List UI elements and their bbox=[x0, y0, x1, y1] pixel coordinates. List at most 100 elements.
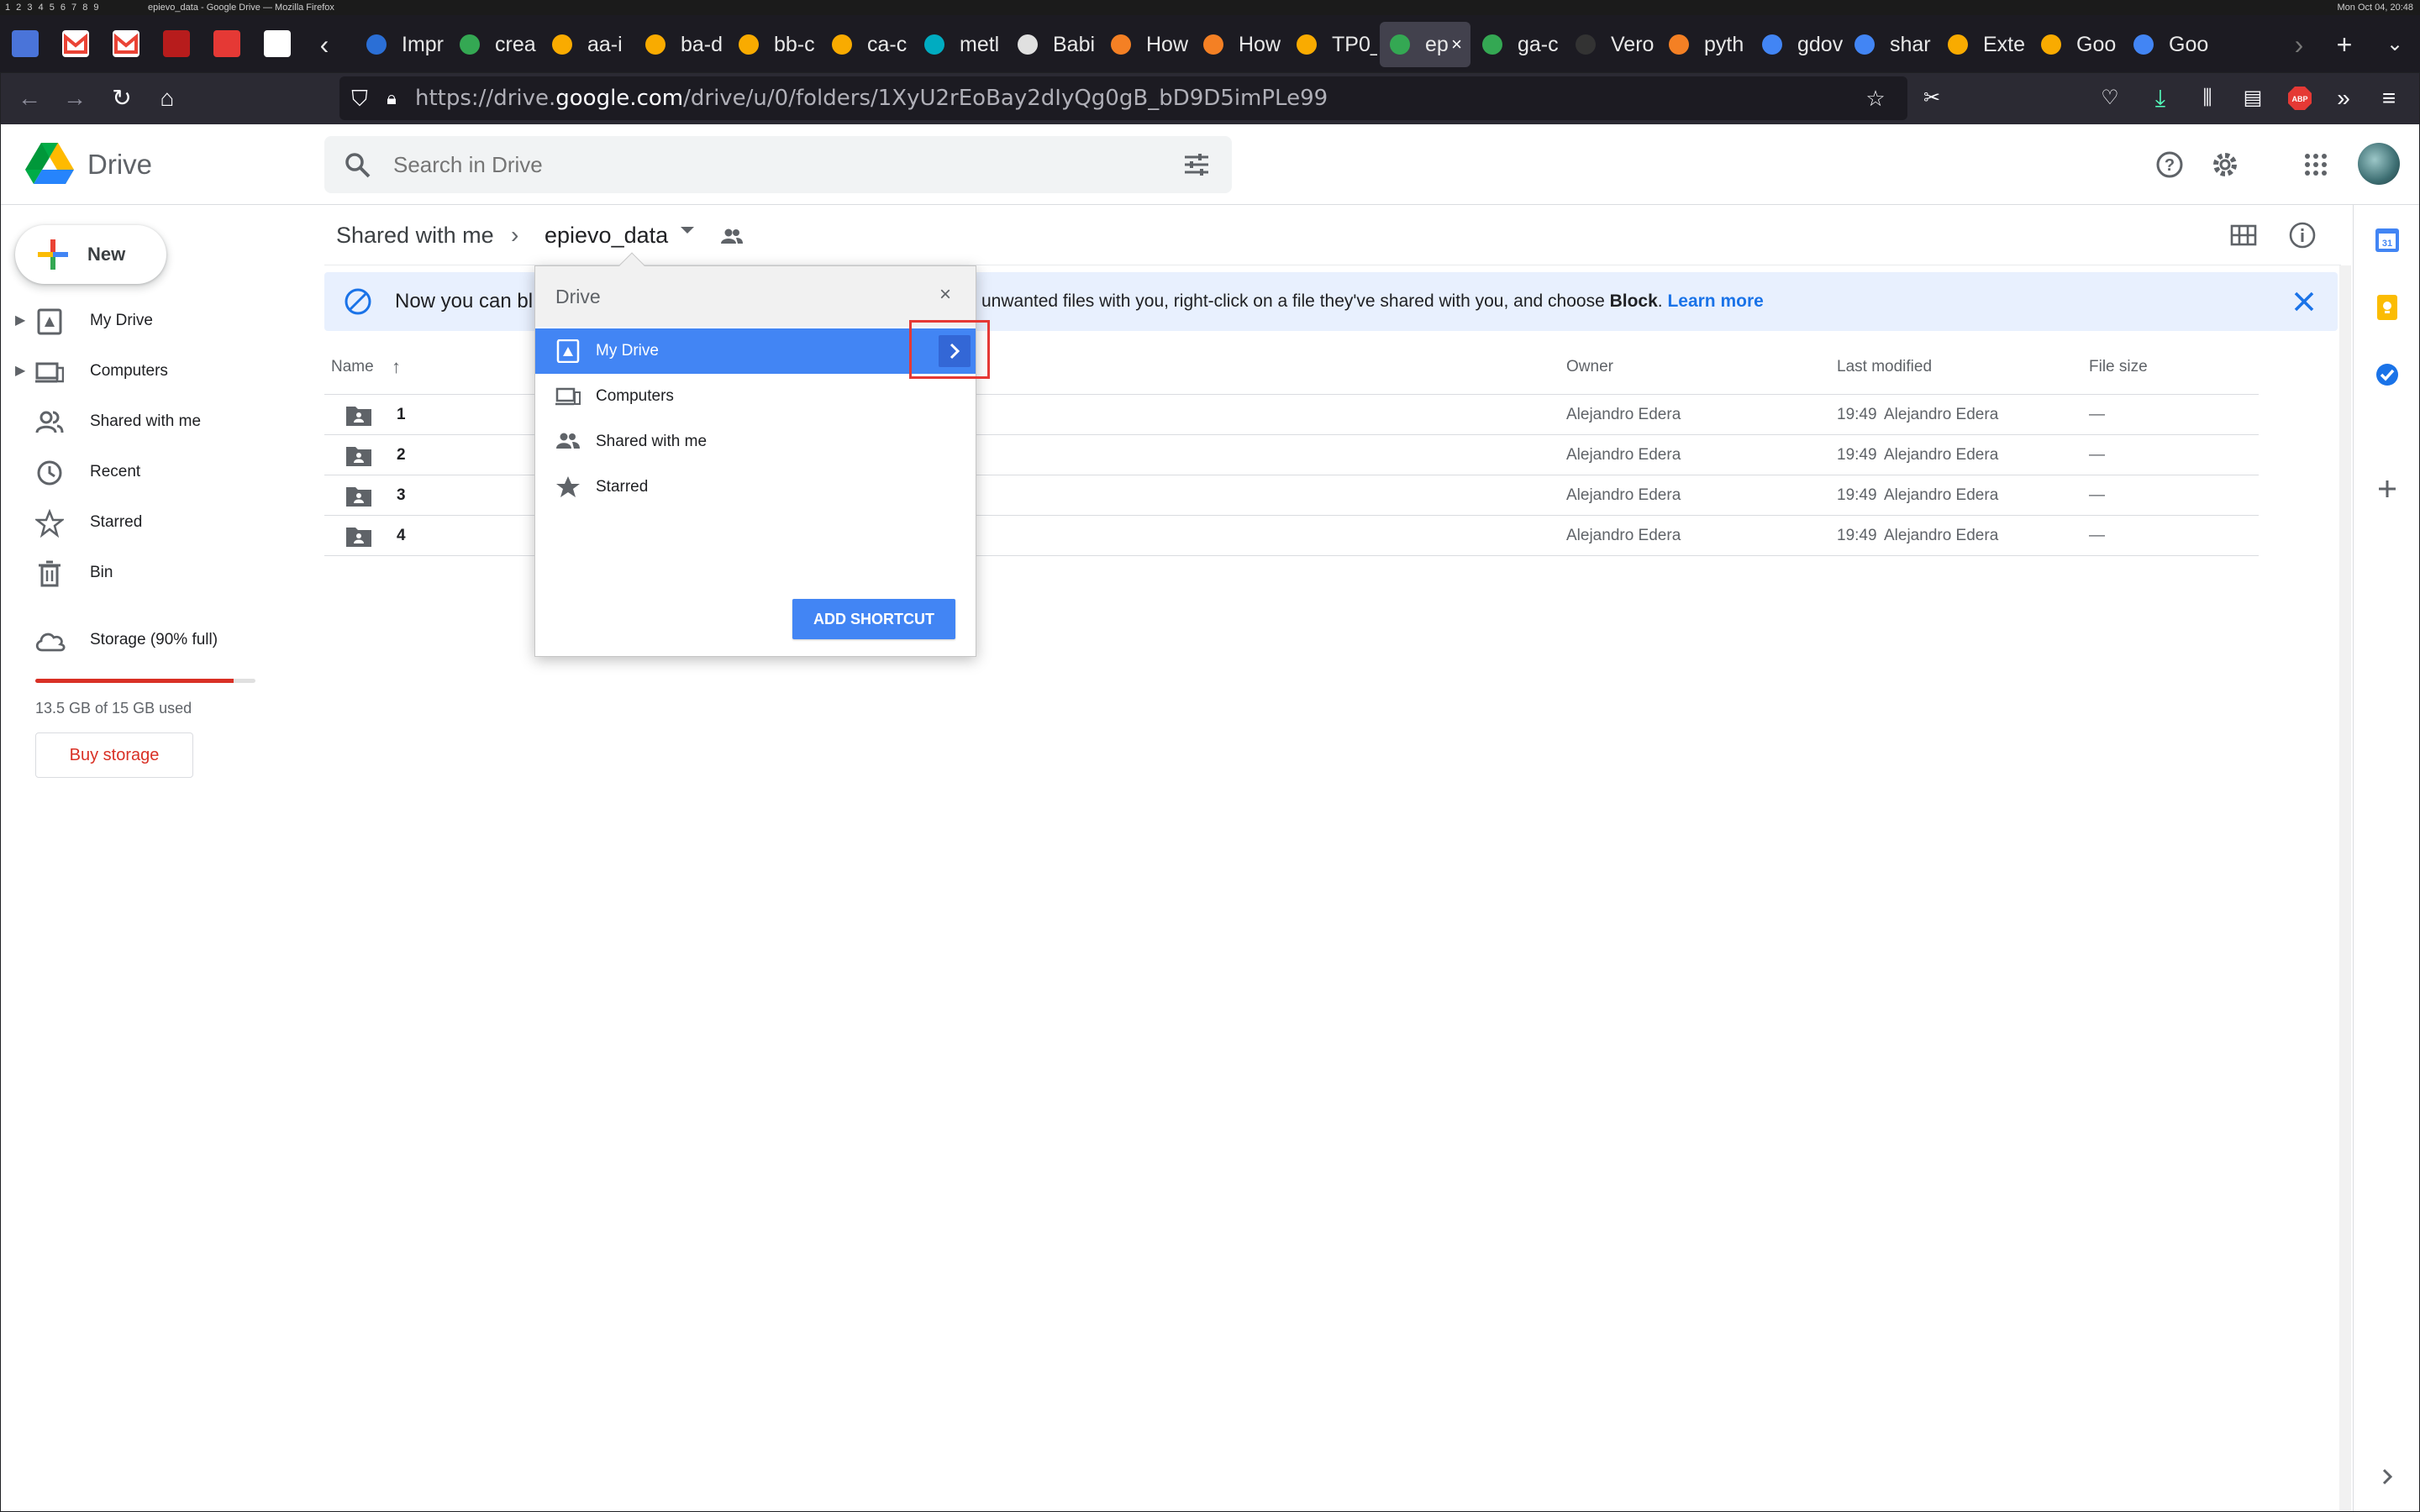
workspace-switcher[interactable]: 1 2 3 4 5 6 7 8 9 bbox=[5, 0, 101, 15]
browser-tab[interactable]: bb-c bbox=[729, 22, 819, 67]
sidebar-item-bin[interactable]: Bin bbox=[0, 549, 304, 596]
help-icon[interactable]: ? bbox=[2151, 146, 2188, 183]
reload-button[interactable]: ↻ bbox=[104, 81, 139, 116]
sort-ascending-arrow-icon[interactable]: ↑ bbox=[392, 344, 401, 390]
browser-tab[interactable]: crea bbox=[450, 22, 540, 67]
expand-arrow-icon[interactable]: ▶ bbox=[15, 361, 27, 381]
downloads-icon[interactable]: ⤓ bbox=[2143, 81, 2178, 116]
url-text[interactable]: https://drive.google.com/drive/u/0/folde… bbox=[415, 76, 1328, 120]
forward-button[interactable]: → bbox=[57, 81, 92, 116]
tabs-scroll-right-button[interactable]: › bbox=[2282, 22, 2316, 67]
home-button[interactable]: ⌂ bbox=[150, 81, 185, 116]
lock-icon[interactable]: 🔒︎ bbox=[378, 85, 405, 112]
breadcrumb-current-folder[interactable]: epievo_data bbox=[544, 218, 668, 252]
close-banner-icon[interactable] bbox=[2289, 286, 2319, 317]
browser-tab[interactable]: Vero bbox=[1565, 22, 1656, 67]
my-drive-icon bbox=[556, 339, 580, 363]
grid-view-icon[interactable] bbox=[2227, 218, 2260, 252]
sidebar-item-computers[interactable]: ▶ Computers bbox=[0, 348, 304, 395]
search-input[interactable] bbox=[393, 144, 1150, 185]
expand-arrow-icon[interactable]: ▶ bbox=[15, 311, 27, 331]
tasks-icon[interactable] bbox=[2372, 360, 2402, 390]
tab-close-icon[interactable]: × bbox=[1451, 22, 1462, 67]
browser-tab[interactable]: How bbox=[1193, 22, 1284, 67]
browser-tab[interactable]: Exte bbox=[1938, 22, 2028, 67]
overflow-menu-icon[interactable]: » bbox=[2326, 81, 2361, 116]
browser-tab[interactable]: Babi bbox=[1007, 22, 1098, 67]
apps-grid-icon[interactable] bbox=[2297, 146, 2334, 183]
pinned-tab-translate-icon[interactable] bbox=[12, 30, 39, 57]
pinned-tab-gmail-icon[interactable] bbox=[62, 30, 89, 57]
url-bar[interactable]: ⛉ 🔒︎ https://drive.google.com/drive/u/0/… bbox=[339, 76, 1907, 120]
buy-storage-button[interactable]: Buy storage bbox=[35, 732, 193, 778]
sidebar-item-starred[interactable]: Starred bbox=[0, 499, 304, 546]
search-bar[interactable] bbox=[324, 136, 1232, 193]
browser-tab-active[interactable]: ep × bbox=[1380, 22, 1470, 67]
dialog-item-starred[interactable]: Starred bbox=[535, 465, 976, 510]
new-button[interactable]: New bbox=[15, 225, 166, 284]
browser-tab[interactable]: gdov bbox=[1752, 22, 1843, 67]
bookmark-star-icon[interactable]: ☆ bbox=[1862, 85, 1889, 112]
new-tab-button[interactable]: + bbox=[2328, 22, 2361, 67]
keep-icon[interactable] bbox=[2372, 292, 2402, 323]
search-icon[interactable] bbox=[343, 150, 373, 181]
sidebar-item-recent[interactable]: Recent bbox=[0, 449, 304, 496]
screenshot-icon[interactable]: ✂ bbox=[1914, 81, 1949, 116]
browser-tab[interactable]: metl bbox=[914, 22, 1005, 67]
column-size-header[interactable]: File size bbox=[2089, 344, 2148, 390]
hamburger-menu-icon[interactable]: ≡ bbox=[2371, 81, 2407, 116]
sidebar-item-shared[interactable]: Shared with me bbox=[0, 398, 304, 445]
pinned-tab-university-icon[interactable] bbox=[163, 30, 190, 57]
calendar-icon[interactable]: 31 bbox=[2372, 225, 2402, 255]
browser-tab[interactable]: How bbox=[1101, 22, 1192, 67]
drive-brand[interactable]: Drive bbox=[87, 143, 152, 186]
column-name-header[interactable]: Name bbox=[331, 344, 374, 390]
sidebar-item-my-drive[interactable]: ▶ My Drive bbox=[0, 297, 304, 344]
collapse-panel-chevron-icon[interactable] bbox=[2372, 1462, 2402, 1492]
column-owner-header[interactable]: Owner bbox=[1566, 344, 1613, 390]
browser-tab[interactable]: ba-d bbox=[635, 22, 726, 67]
browser-tab[interactable]: Goo bbox=[2031, 22, 2122, 67]
pinned-tab-y-icon[interactable] bbox=[264, 30, 291, 57]
search-options-icon[interactable] bbox=[1181, 150, 1212, 180]
list-all-tabs-button[interactable]: ⌄ bbox=[2378, 22, 2412, 67]
browser-tab[interactable]: Goo bbox=[2123, 22, 2214, 67]
dialog-item-computers[interactable]: Computers bbox=[535, 374, 976, 419]
drive-logo-icon[interactable] bbox=[25, 141, 74, 185]
file-name[interactable]: 4 bbox=[397, 516, 406, 556]
browser-tab[interactable]: TP0_ bbox=[1286, 22, 1377, 67]
library-icon[interactable]: ⫼ bbox=[2190, 81, 2225, 116]
file-name[interactable]: 1 bbox=[397, 395, 406, 435]
folder-menu-caret-icon[interactable] bbox=[681, 227, 694, 234]
browser-tab[interactable]: ca-c bbox=[822, 22, 913, 67]
settings-gear-icon[interactable] bbox=[2207, 146, 2244, 183]
browser-tab[interactable]: shar bbox=[1844, 22, 1935, 67]
browser-tab[interactable]: Impr bbox=[356, 22, 447, 67]
storage-label[interactable]: Storage (90% full) bbox=[90, 625, 218, 655]
add-addon-icon[interactable] bbox=[2372, 474, 2402, 504]
browser-tab[interactable]: ga-c bbox=[1472, 22, 1563, 67]
add-shortcut-button[interactable]: ADD SHORTCUT bbox=[792, 599, 955, 639]
breadcrumb-shared-with-me[interactable]: Shared with me bbox=[336, 218, 494, 252]
account-avatar[interactable] bbox=[2358, 143, 2400, 185]
shield-icon[interactable]: ⛉ bbox=[346, 85, 373, 112]
dialog-close-icon[interactable]: × bbox=[934, 283, 957, 307]
my-drive-icon bbox=[37, 308, 62, 335]
pinned-tab-youtube-icon[interactable] bbox=[213, 30, 240, 57]
pinned-tab-gmail-2-icon[interactable] bbox=[113, 30, 139, 57]
info-icon[interactable] bbox=[2286, 218, 2319, 252]
tab-label: Impr bbox=[402, 33, 444, 56]
adblock-icon[interactable]: ABP bbox=[2282, 81, 2317, 116]
back-button[interactable]: ← bbox=[12, 81, 47, 116]
browser-tab[interactable]: pyth bbox=[1659, 22, 1749, 67]
tabs-scroll-left-button[interactable]: ‹ bbox=[308, 22, 341, 67]
browser-tab[interactable]: aa-i bbox=[542, 22, 633, 67]
sidebar-toggle-icon[interactable]: ▤ bbox=[2235, 81, 2270, 116]
learn-more-link[interactable]: Learn more bbox=[1667, 291, 1763, 311]
file-name[interactable]: 2 bbox=[397, 435, 406, 475]
pocket-icon[interactable]: ♡ bbox=[2092, 81, 2128, 116]
dialog-item-shared[interactable]: Shared with me bbox=[535, 419, 976, 465]
column-modified-header[interactable]: Last modified bbox=[1837, 344, 1932, 390]
file-name[interactable]: 3 bbox=[397, 475, 406, 516]
vertical-scrollbar[interactable] bbox=[2339, 265, 2351, 1512]
